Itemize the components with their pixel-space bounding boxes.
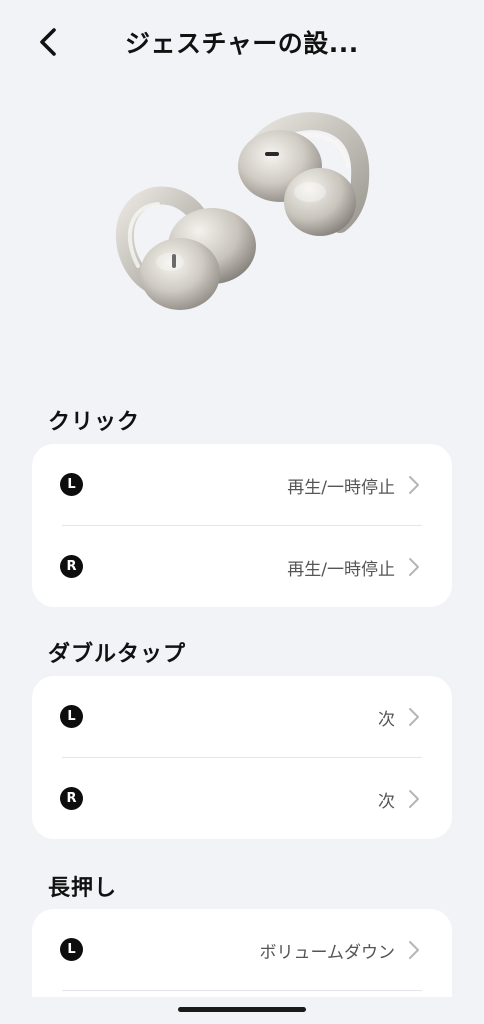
back-button[interactable] [30, 22, 70, 62]
chevron-right-icon [409, 790, 419, 808]
chevron-left-icon [40, 28, 56, 56]
list-item-long-press-left[interactable]: L ボリュームダウン [32, 909, 452, 990]
list-item-double-tap-left[interactable]: L 次 [32, 676, 452, 757]
chevron-right-icon [409, 941, 419, 959]
earbuds-image [100, 96, 380, 326]
gesture-value: 再生/一時停止 [287, 478, 395, 498]
navigation-bar: ジェスチャーの設... [0, 0, 484, 84]
click-settings-card: L 再生/一時停止 R 再生/一時停止 [32, 444, 452, 607]
page-title: ジェスチャーの設... [125, 29, 359, 58]
divider [62, 990, 422, 991]
chevron-right-icon [409, 476, 419, 494]
section-title-long-press: 長押し [48, 876, 118, 901]
gesture-value: ボリュームダウン [259, 943, 396, 963]
double-tap-settings-card: L 次 R 次 [32, 676, 452, 839]
gesture-value: 次 [378, 710, 395, 730]
chevron-right-icon [409, 708, 419, 726]
right-badge-icon: R [60, 787, 83, 810]
list-item-click-left[interactable]: L 再生/一時停止 [32, 444, 452, 525]
section-title-double-tap: ダブルタップ [48, 642, 187, 667]
gesture-value: 次 [378, 792, 395, 812]
right-badge-icon: R [60, 555, 83, 578]
list-item-click-right[interactable]: R 再生/一時停止 [32, 526, 452, 607]
screen: ジェスチャーの設... クリック L 再生/一時停止 R 再生/一時停止 ダブル… [0, 0, 484, 1024]
home-indicator[interactable] [178, 1007, 306, 1012]
left-badge-icon: L [60, 705, 83, 728]
list-item-double-tap-right[interactable]: R 次 [32, 758, 452, 839]
section-title-click: クリック [48, 410, 141, 435]
gesture-value: 再生/一時停止 [287, 560, 395, 580]
chevron-right-icon [409, 558, 419, 576]
left-badge-icon: L [60, 938, 83, 961]
long-press-settings-card: L ボリュームダウン [32, 909, 452, 997]
left-badge-icon: L [60, 473, 83, 496]
